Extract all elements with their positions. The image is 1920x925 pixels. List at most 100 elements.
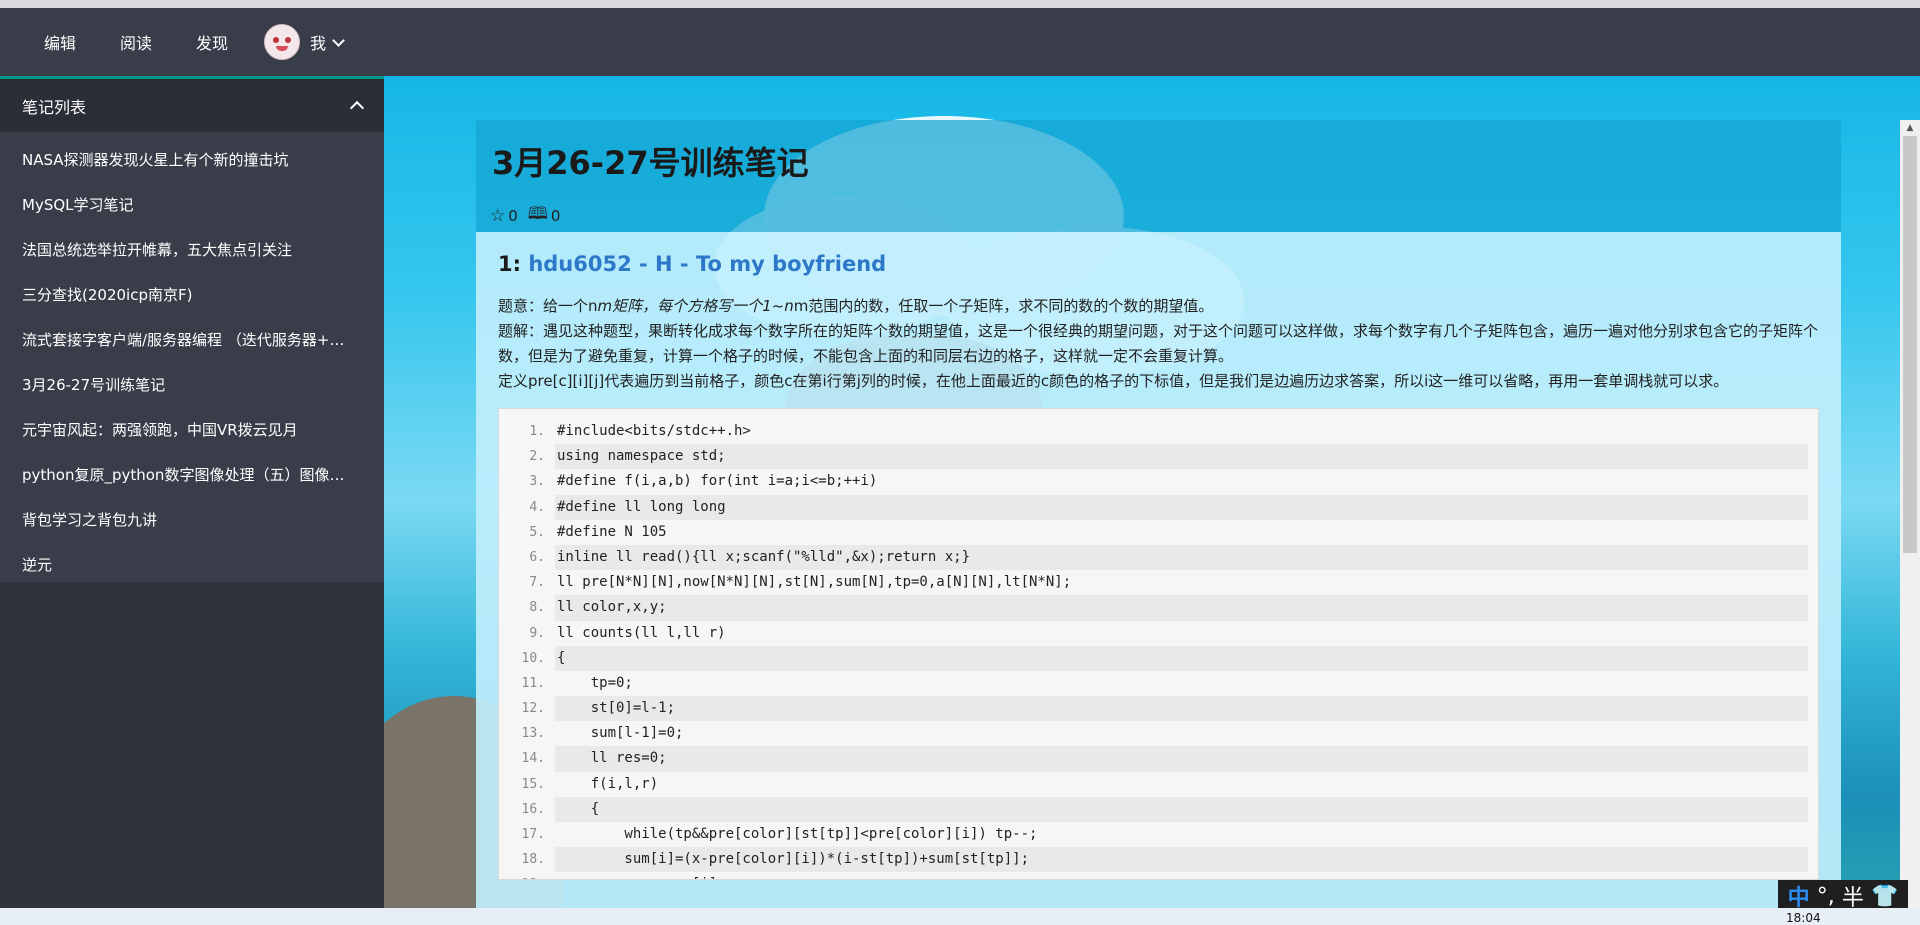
line-number: 18. — [521, 852, 545, 868]
code-line: 7. ll pre[N*N][N],now[N*N][N],st[N],sum[N… — [509, 570, 1808, 595]
note-item[interactable]: 三分查找(2020icp南京F) — [0, 273, 384, 318]
code-text: ll pre[N*N][N],now[N*N][N],st[N],sum[N],… — [557, 574, 1072, 591]
star-count: 0 — [508, 206, 518, 225]
nav-discover-link[interactable]: 发现 — [196, 30, 228, 54]
avatar-eye-right — [285, 37, 292, 43]
shirt-icon[interactable]: 👕 — [1871, 884, 1898, 909]
line-number: 15. — [521, 776, 545, 792]
code-line: 6. inline ll read(){ll x;scanf("%lld",&x)… — [509, 544, 1808, 571]
line-number: 12. — [521, 701, 545, 717]
note-item[interactable]: 流式套接字客户端/服务器编程 （迭代服务器+… — [0, 318, 384, 363]
nav-read-link[interactable]: 阅读 — [120, 30, 152, 54]
read-icon: 🕮 — [527, 204, 548, 224]
code-text: #define ll long long — [555, 494, 1808, 520]
taskbar-clock: 18:04 — [1786, 911, 1821, 925]
note-item[interactable]: MySQL学习笔记 — [0, 183, 384, 228]
code-text: using namespace std; — [555, 444, 1808, 470]
article-title: 3月26-27号训练笔记 — [492, 144, 809, 182]
code-line: 10. { — [509, 645, 1808, 671]
code-line: 3. #define f(i,a,b) for(int i=a;i<=b;++i) — [509, 469, 1808, 494]
chevron-down-icon — [332, 33, 345, 47]
main-content: 3月26-27号训练笔记 ☆ 0 🕮 0 1: hdu6052 - H - To… — [384, 76, 1920, 925]
code-line: 2. using namespace std; — [509, 444, 1808, 470]
line-number: 16. — [521, 801, 545, 817]
line-number: 2. — [529, 449, 545, 465]
note-item[interactable]: NASA探测器发现火星上有个新的撞击坑 — [0, 138, 384, 183]
browser-top-strip — [0, 0, 1920, 8]
note-item[interactable]: 元宇宙风起：两强领跑，中国VR拨云见月 — [0, 408, 384, 453]
code-text: while(tp&&pre[color][st[tp]]<pre[color][… — [557, 826, 1038, 842]
code-line: 8. ll color,x,y; — [509, 595, 1808, 621]
code-text: sum[l-1]=0; — [557, 725, 684, 742]
star-icon[interactable]: ☆ — [490, 206, 505, 226]
line-number: 4. — [529, 499, 545, 515]
sidebar-title: 笔记列表 — [22, 97, 87, 117]
section-heading: 1: hdu6052 - H - To my boyfriend — [498, 252, 1819, 276]
code-text: sum[i]=(x-pre[color][i])*(i-st[tp])+sum[… — [555, 847, 1808, 873]
code-text: f(i,l,r) — [557, 775, 659, 792]
note-item[interactable]: 背包学习之背包九讲 — [0, 498, 384, 543]
problem-statement-italic: m矩阵，每个方格写一个1~n — [597, 297, 794, 315]
code-line: 5. #define N 105 — [509, 520, 1808, 545]
avatar-eye-left — [273, 37, 280, 43]
code-text: #include<bits/stdc++.h> — [557, 423, 751, 439]
line-number: 11. — [521, 675, 545, 691]
sidebar: 笔记列表 NASA探测器发现火星上有个新的撞击坑 MySQL学习笔记 法国总统选… — [0, 76, 384, 925]
definition-paragraph: 定义pre[c][i][j]代表遍历到当前格子，颜色c在第i行第j列的时候，在他… — [498, 372, 1729, 390]
line-number: 17. — [521, 827, 545, 842]
problem-statement-text: 题意：给一个n — [498, 297, 598, 315]
code-line: 4. #define ll long long — [509, 494, 1808, 520]
code-text: { — [555, 796, 1808, 822]
code-text: { — [555, 645, 1808, 671]
code-text: ll res=0; — [555, 746, 1808, 772]
line-number: 10. — [521, 650, 545, 666]
scrollbar[interactable]: ▲ — [1900, 120, 1920, 925]
scroll-up-arrow-icon[interactable]: ▲ — [1900, 120, 1920, 136]
code-line: 19. res+=sum[i]; — [509, 872, 1808, 879]
avatar-mouth — [276, 46, 289, 51]
note-item[interactable]: python复原_python数字图像处理（五）图像… — [0, 453, 384, 498]
line-number: 1. — [529, 424, 545, 439]
code-line: 14. ll res=0; — [509, 746, 1808, 772]
problem-link[interactable]: hdu6052 - H - To my boyfriend — [528, 252, 886, 276]
code-text: tp=0; — [557, 674, 633, 691]
line-number: 14. — [521, 751, 545, 767]
code-line: 18. sum[i]=(x-pre[color][i])*(i-st[tp])+… — [509, 847, 1808, 873]
article-body: 1: hdu6052 - H - To my boyfriend 题意：给一个n… — [476, 232, 1841, 925]
problem-statement: 题意：给一个nm矩阵，每个方格写一个1~nm范围内的数，任取一个子矩阵，求不同的… — [498, 294, 1819, 319]
code-text: ll color,x,y; — [555, 595, 1808, 621]
nav-edit-link[interactable]: 编辑 — [44, 30, 76, 54]
sidebar-empty-area — [0, 582, 384, 925]
code-line: 11. tp=0; — [509, 671, 1808, 696]
user-menu[interactable]: 我 — [264, 24, 345, 60]
code-line: 17. while(tp&&pre[color][st[tp]]<pre[col… — [509, 822, 1808, 847]
solution-paragraph: 题解：遇见这种题型，果断转化成求每个数字所在的矩阵个数的期望值，这是一个很经典的… — [498, 322, 1819, 365]
ime-punct[interactable]: °, — [1817, 884, 1835, 909]
sidebar-header[interactable]: 笔记列表 — [0, 76, 384, 132]
line-number: 9. — [529, 625, 545, 641]
line-number: 3. — [529, 474, 545, 490]
scroll-thumb[interactable] — [1903, 136, 1917, 553]
code-text: ll counts(ll l,ll r) — [557, 624, 726, 641]
article: 3月26-27号训练笔记 ☆ 0 🕮 0 1: hdu6052 - H - To… — [476, 120, 1841, 925]
note-item[interactable]: 3月26-27号训练笔记 — [0, 363, 384, 408]
article-header: 3月26-27号训练笔记 ☆ 0 🕮 0 — [476, 120, 1841, 232]
code-block: 1. #include<bits/stdc++.h> 2. using namespa… — [498, 408, 1819, 880]
read-count: 0 — [550, 206, 561, 225]
line-number: 5. — [529, 524, 545, 540]
section-number: 1: — [498, 252, 522, 276]
avatar[interactable] — [264, 24, 301, 60]
chevron-up-icon[interactable] — [349, 100, 365, 116]
code-line: 15. f(i,l,r) — [509, 772, 1808, 797]
code-text: st[0]=l-1; — [555, 696, 1808, 722]
user-label: 我 — [310, 34, 327, 53]
note-item[interactable]: 法国总统选举拉开帷幕，五大焦点引关注 — [0, 228, 384, 273]
taskbar — [0, 908, 1920, 925]
note-list: NASA探测器发现火星上有个新的撞击坑 MySQL学习笔记 法国总统选举拉开帷幕… — [0, 132, 384, 582]
code-text: #define N 105 — [557, 523, 667, 540]
code-line: 12. st[0]=l-1; — [509, 696, 1808, 722]
line-number: 13. — [521, 726, 545, 742]
problem-statement-tail: m范围内的数，任取一个子矩阵，求不同的数的个数的期望值。 — [793, 297, 1214, 315]
article-stats: ☆ 0 🕮 0 — [490, 201, 560, 230]
code-text: #define f(i,a,b) for(int i=a;i<=b;++i) — [557, 473, 878, 490]
